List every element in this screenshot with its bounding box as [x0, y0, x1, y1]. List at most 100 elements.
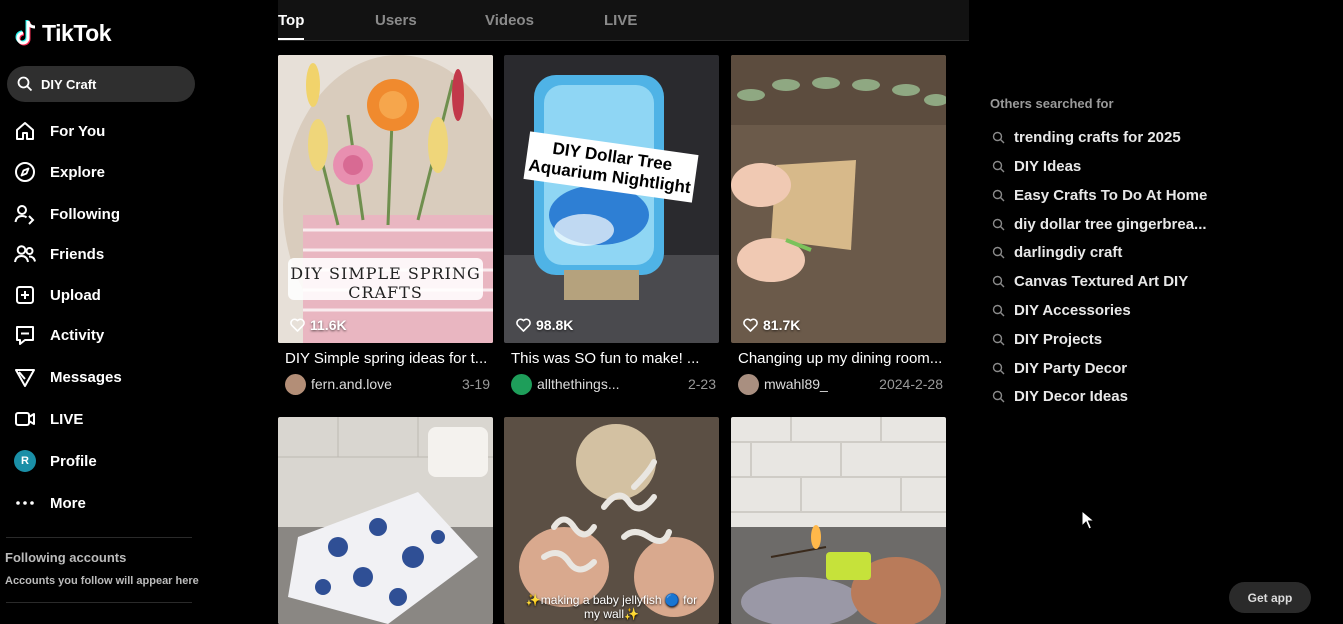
suggested-search-label: Easy Crafts To Do At Home: [1014, 187, 1208, 204]
search-icon: [992, 218, 1005, 231]
like-count: 11.6K: [290, 317, 347, 333]
user-avatar[interactable]: [511, 373, 532, 395]
suggested-search-label: trending crafts for 2025: [1014, 129, 1181, 146]
video-thumbnail[interactable]: ✨making a baby jellyfish 🔵 for my wall✨: [504, 417, 719, 624]
tab-users[interactable]: Users: [375, 12, 417, 29]
like-count: 81.7K: [743, 317, 800, 333]
suggested-search[interactable]: darlingdiy craft: [992, 244, 1122, 261]
nav-profile[interactable]: R Profile: [14, 443, 97, 479]
live-icon: [14, 408, 36, 430]
tab-top[interactable]: Top: [278, 12, 304, 29]
suggested-search-label: DIY Projects: [1014, 331, 1103, 348]
user-avatar[interactable]: [738, 373, 759, 395]
search-icon: [992, 189, 1005, 202]
suggested-search-label: DIY Accessories: [1014, 302, 1131, 319]
search-icon: [17, 76, 33, 92]
search-bar[interactable]: [7, 66, 195, 102]
nav-label: More: [50, 494, 86, 512]
search-icon: [992, 246, 1005, 259]
nav-label: Profile: [50, 452, 97, 470]
nav-activity[interactable]: Activity: [14, 317, 104, 353]
suggested-search-label: diy dollar tree gingerbrea...: [1014, 216, 1207, 233]
suggested-search[interactable]: DIY Decor Ideas: [992, 388, 1128, 405]
nav-more[interactable]: More: [14, 485, 86, 521]
following-accounts-subtitle: Accounts you follow will appear here: [5, 575, 199, 587]
suggested-search[interactable]: Easy Crafts To Do At Home: [992, 187, 1207, 204]
nav-label: Friends: [50, 245, 105, 263]
suggested-search-label: DIY Party Decor: [1014, 360, 1128, 377]
search-icon: [992, 131, 1005, 144]
suggested-search[interactable]: DIY Ideas: [992, 158, 1081, 175]
suggested-search[interactable]: Canvas Textured Art DIY: [992, 273, 1188, 290]
thumbnail-image: [731, 417, 946, 624]
suggested-search-label: Canvas Textured Art DIY: [1014, 273, 1189, 290]
video-meta: allthethings... 2-23: [511, 373, 716, 395]
search-icon: [992, 390, 1005, 403]
video-meta: fern.and.love 3-19: [285, 373, 490, 395]
suggested-search[interactable]: DIY Projects: [992, 331, 1102, 348]
video-thumbnail[interactable]: DIY Dollar Tree Aquarium Nightlight 98.8…: [504, 55, 719, 343]
search-icon: [992, 304, 1005, 317]
video-thumbnail[interactable]: [731, 417, 946, 624]
nav-upload[interactable]: Upload: [14, 277, 101, 313]
profile-avatar: R: [14, 450, 36, 472]
suggested-search[interactable]: trending crafts for 2025: [992, 129, 1181, 146]
heart-icon: [743, 318, 758, 332]
sidebar-divider: [6, 602, 192, 603]
nav-label: Explore: [50, 163, 106, 181]
nav-explore[interactable]: Explore: [14, 154, 105, 190]
video-caption[interactable]: Changing up my dining room...: [738, 350, 943, 367]
nav-for-you[interactable]: For You: [14, 113, 105, 149]
search-icon: [992, 275, 1005, 288]
profile-avatar-letter: R: [14, 450, 36, 472]
tiktok-logo-icon: [15, 20, 36, 46]
logo-text: TikTok: [42, 19, 112, 46]
nav-label: For You: [50, 122, 106, 140]
username[interactable]: allthethings...: [537, 376, 620, 392]
nav-label: Upload: [50, 286, 101, 304]
video-date: 2024-2-28: [879, 376, 943, 392]
suggested-search-label: darlingdiy craft: [1014, 244, 1123, 261]
like-count-value: 81.7K: [763, 317, 801, 333]
heart-icon: [290, 318, 305, 332]
video-date: 3-19: [461, 376, 490, 392]
sidebar-divider: [6, 537, 192, 538]
video-thumbnail[interactable]: DIY SIMPLE SPRING CRAFTS 11.6K: [278, 55, 493, 343]
nav-label: LIVE: [50, 410, 84, 428]
compass-icon: [14, 161, 36, 183]
suggested-search-label: DIY Ideas: [1014, 158, 1082, 175]
nav-following[interactable]: Following: [14, 196, 120, 232]
like-count-value: 11.6K: [310, 317, 347, 333]
video-thumbnail[interactable]: 81.7K: [731, 55, 946, 343]
home-icon: [14, 120, 36, 142]
search-icon: [992, 333, 1005, 346]
like-count: 98.8K: [516, 317, 573, 333]
nav-friends[interactable]: Friends: [14, 236, 104, 272]
video-caption[interactable]: DIY Simple spring ideas for t...: [285, 350, 490, 367]
nav-messages[interactable]: Messages: [14, 359, 122, 395]
nav-label: Following: [50, 205, 120, 223]
get-app-button[interactable]: Get app: [1229, 582, 1311, 613]
upload-icon: [14, 284, 36, 306]
suggested-search[interactable]: diy dollar tree gingerbrea...: [992, 216, 1207, 233]
heart-icon: [516, 318, 531, 332]
username[interactable]: fern.and.love: [311, 376, 392, 392]
username[interactable]: mwahl89_: [764, 376, 828, 392]
suggested-search[interactable]: DIY Accessories: [992, 302, 1131, 319]
video-overlay-text: DIY SIMPLE SPRING CRAFTS: [290, 264, 481, 302]
user-avatar[interactable]: [285, 373, 306, 395]
others-searched-title: Others searched for: [990, 96, 1114, 111]
tab-videos[interactable]: Videos: [485, 12, 534, 29]
messages-icon: [14, 366, 36, 388]
video-thumbnail[interactable]: [278, 417, 493, 624]
nav-live[interactable]: LIVE: [14, 401, 83, 437]
search-input[interactable]: [41, 76, 181, 92]
sidebar: TikTok For You Explore Following Friends: [0, 0, 210, 624]
suggested-search[interactable]: DIY Party Decor: [992, 360, 1127, 377]
following-icon: [14, 203, 36, 225]
tab-live[interactable]: LIVE: [604, 12, 637, 29]
tiktok-logo[interactable]: TikTok: [14, 18, 112, 48]
video-caption[interactable]: This was SO fun to make! ...: [511, 350, 716, 367]
active-tab-indicator: [278, 38, 304, 40]
more-icon: [14, 492, 36, 514]
